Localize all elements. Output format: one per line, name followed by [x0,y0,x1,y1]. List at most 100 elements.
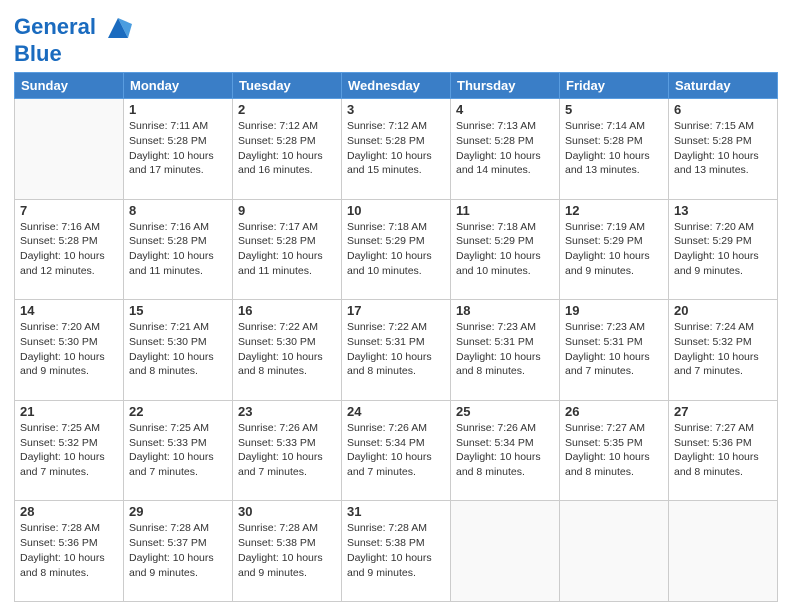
calendar-day-header: Saturday [669,73,778,99]
day-number: 12 [565,203,663,218]
day-info: Sunrise: 7:26 AMSunset: 5:33 PMDaylight:… [238,421,336,480]
calendar-day-cell: 3 Sunrise: 7:12 AMSunset: 5:28 PMDaylight… [342,99,451,200]
logo-icon [104,14,132,42]
day-info: Sunrise: 7:20 AMSunset: 5:29 PMDaylight:… [674,220,772,279]
day-number: 9 [238,203,336,218]
day-number: 31 [347,504,445,519]
calendar-day-cell: 15 Sunrise: 7:21 AMSunset: 5:30 PMDayligh… [124,300,233,401]
calendar-day-header: Thursday [451,73,560,99]
calendar-day-cell: 11Sunrise: 7:18 AMSunset: 5:29 PMDayligh… [451,199,560,300]
day-info: Sunrise: 7:18 AMSunset: 5:29 PMDaylight:… [347,220,445,279]
calendar-day-cell: 21Sunrise: 7:25 AMSunset: 5:32 PMDayligh… [15,400,124,501]
day-number: 14 [20,303,118,318]
calendar-day-cell [669,501,778,602]
day-info: Sunrise: 7:28 AMSunset: 5:36 PMDaylight:… [20,521,118,580]
day-info: Sunrise: 7:15 AMSunset: 5:28 PMDaylight:… [674,119,772,178]
calendar-day-cell: 8 Sunrise: 7:16 AMSunset: 5:28 PMDaylight… [124,199,233,300]
day-number: 27 [674,404,772,419]
day-number: 8 [129,203,227,218]
calendar-day-header: Monday [124,73,233,99]
day-info: Sunrise: 7:25 AMSunset: 5:32 PMDaylight:… [20,421,118,480]
day-info: Sunrise: 7:17 AMSunset: 5:28 PMDaylight:… [238,220,336,279]
calendar-day-header: Friday [560,73,669,99]
day-number: 16 [238,303,336,318]
calendar-day-cell: 19 Sunrise: 7:23 AMSunset: 5:31 PMDayligh… [560,300,669,401]
calendar-table: SundayMondayTuesdayWednesdayThursdayFrid… [14,72,778,602]
calendar-day-cell: 7 Sunrise: 7:16 AMSunset: 5:28 PMDaylight… [15,199,124,300]
day-info: Sunrise: 7:20 AMSunset: 5:30 PMDaylight:… [20,320,118,379]
day-number: 26 [565,404,663,419]
calendar-day-cell: 18Sunrise: 7:23 AMSunset: 5:31 PMDayligh… [451,300,560,401]
page: General Blue SundayMondayTuesdayWednesda… [0,0,792,612]
calendar-day-cell: 22Sunrise: 7:25 AMSunset: 5:33 PMDayligh… [124,400,233,501]
calendar-day-cell: 28 Sunrise: 7:28 AMSunset: 5:36 PMDayligh… [15,501,124,602]
day-number: 13 [674,203,772,218]
day-number: 19 [565,303,663,318]
calendar-day-cell: 27 Sunrise: 7:27 AMSunset: 5:36 PMDayligh… [669,400,778,501]
day-number: 5 [565,102,663,117]
calendar-day-cell [15,99,124,200]
day-info: Sunrise: 7:28 AMSunset: 5:38 PMDaylight:… [238,521,336,580]
day-info: Sunrise: 7:16 AMSunset: 5:28 PMDaylight:… [129,220,227,279]
logo-general: General [14,14,96,39]
day-number: 4 [456,102,554,117]
day-number: 7 [20,203,118,218]
day-number: 25 [456,404,554,419]
day-info: Sunrise: 7:11 AMSunset: 5:28 PMDaylight:… [129,119,227,178]
day-number: 28 [20,504,118,519]
day-number: 3 [347,102,445,117]
calendar-week-row: 21Sunrise: 7:25 AMSunset: 5:32 PMDayligh… [15,400,778,501]
calendar-day-cell: 20 Sunrise: 7:24 AMSunset: 5:32 PMDayligh… [669,300,778,401]
day-info: Sunrise: 7:23 AMSunset: 5:31 PMDaylight:… [565,320,663,379]
day-info: Sunrise: 7:23 AMSunset: 5:31 PMDaylight:… [456,320,554,379]
calendar-day-cell: 31 Sunrise: 7:28 AMSunset: 5:38 PMDayligh… [342,501,451,602]
day-info: Sunrise: 7:12 AMSunset: 5:28 PMDaylight:… [347,119,445,178]
day-info: Sunrise: 7:28 AMSunset: 5:38 PMDaylight:… [347,521,445,580]
header: General Blue [14,10,778,66]
day-info: Sunrise: 7:21 AMSunset: 5:30 PMDaylight:… [129,320,227,379]
calendar-day-cell: 17 Sunrise: 7:22 AMSunset: 5:31 PMDayligh… [342,300,451,401]
day-info: Sunrise: 7:13 AMSunset: 5:28 PMDaylight:… [456,119,554,178]
day-info: Sunrise: 7:26 AMSunset: 5:34 PMDaylight:… [456,421,554,480]
day-number: 24 [347,404,445,419]
logo-text: General [14,14,132,42]
day-info: Sunrise: 7:24 AMSunset: 5:32 PMDaylight:… [674,320,772,379]
day-info: Sunrise: 7:26 AMSunset: 5:34 PMDaylight:… [347,421,445,480]
calendar-day-cell: 4 Sunrise: 7:13 AMSunset: 5:28 PMDaylight… [451,99,560,200]
day-number: 15 [129,303,227,318]
day-number: 20 [674,303,772,318]
calendar-day-cell: 6 Sunrise: 7:15 AMSunset: 5:28 PMDaylight… [669,99,778,200]
calendar-day-cell [560,501,669,602]
calendar-day-cell: 12 Sunrise: 7:19 AMSunset: 5:29 PMDayligh… [560,199,669,300]
day-number: 17 [347,303,445,318]
calendar-day-cell [451,501,560,602]
logo-area: General Blue [14,14,132,66]
day-number: 11 [456,203,554,218]
day-number: 30 [238,504,336,519]
calendar-week-row: 28 Sunrise: 7:28 AMSunset: 5:36 PMDayligh… [15,501,778,602]
calendar-day-cell: 1Sunrise: 7:11 AMSunset: 5:28 PMDaylight… [124,99,233,200]
calendar-day-cell: 14 Sunrise: 7:20 AMSunset: 5:30 PMDayligh… [15,300,124,401]
day-number: 22 [129,404,227,419]
day-number: 6 [674,102,772,117]
day-info: Sunrise: 7:14 AMSunset: 5:28 PMDaylight:… [565,119,663,178]
calendar-day-cell: 16 Sunrise: 7:22 AMSunset: 5:30 PMDayligh… [233,300,342,401]
day-info: Sunrise: 7:27 AMSunset: 5:36 PMDaylight:… [674,421,772,480]
day-info: Sunrise: 7:22 AMSunset: 5:31 PMDaylight:… [347,320,445,379]
calendar-day-cell: 2Sunrise: 7:12 AMSunset: 5:28 PMDaylight… [233,99,342,200]
calendar-day-cell: 26Sunrise: 7:27 AMSunset: 5:35 PMDayligh… [560,400,669,501]
calendar-day-cell: 23Sunrise: 7:26 AMSunset: 5:33 PMDayligh… [233,400,342,501]
calendar-day-header: Tuesday [233,73,342,99]
calendar-day-cell: 25 Sunrise: 7:26 AMSunset: 5:34 PMDayligh… [451,400,560,501]
calendar-day-cell: 10Sunrise: 7:18 AMSunset: 5:29 PMDayligh… [342,199,451,300]
day-info: Sunrise: 7:22 AMSunset: 5:30 PMDaylight:… [238,320,336,379]
calendar-day-header: Sunday [15,73,124,99]
day-info: Sunrise: 7:12 AMSunset: 5:28 PMDaylight:… [238,119,336,178]
calendar-day-cell: 5 Sunrise: 7:14 AMSunset: 5:28 PMDaylight… [560,99,669,200]
day-info: Sunrise: 7:19 AMSunset: 5:29 PMDaylight:… [565,220,663,279]
calendar-day-cell: 13 Sunrise: 7:20 AMSunset: 5:29 PMDayligh… [669,199,778,300]
day-info: Sunrise: 7:16 AMSunset: 5:28 PMDaylight:… [20,220,118,279]
calendar-day-header: Wednesday [342,73,451,99]
calendar-day-cell: 24 Sunrise: 7:26 AMSunset: 5:34 PMDayligh… [342,400,451,501]
calendar-week-row: 1Sunrise: 7:11 AMSunset: 5:28 PMDaylight… [15,99,778,200]
